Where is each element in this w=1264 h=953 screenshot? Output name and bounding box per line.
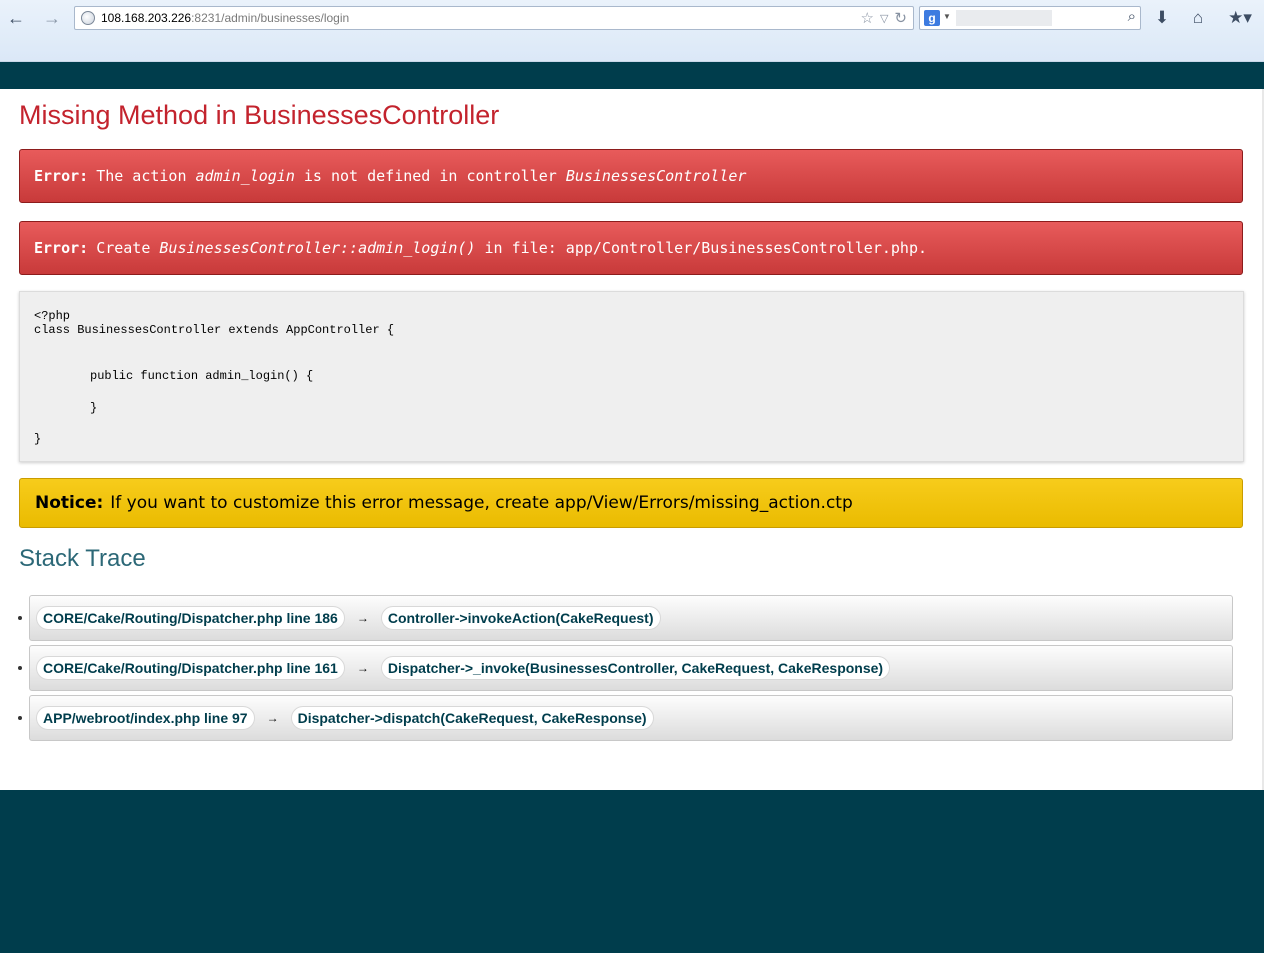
arrow-icon: → [356,611,369,625]
stack-trace-file[interactable]: CORE/Cake/Routing/Dispatcher.php line 18… [36,606,345,630]
code-line: } [34,432,42,446]
browser-toolbar: ← → 108.168.203.226:8231/admin/businesse… [0,0,1264,62]
arrow-icon: → [266,711,279,725]
error-text-mid: is not defined in controller [303,167,557,185]
error-text-post: in file: app/Controller/BusinessesContro… [484,239,928,257]
error-label: Error: [34,239,89,257]
footer-band [0,790,1264,953]
code-block: <?php class BusinessesController extends… [19,291,1244,462]
stack-trace-call[interactable]: Dispatcher->dispatch(CakeRequest, CakeRe… [290,706,654,730]
star-icon[interactable]: ☆ [861,9,874,29]
dropdown-icon[interactable]: ▽ [880,9,888,29]
url-host: 108.168.203.226 [101,11,192,25]
code-line: class BusinessesController extends AppCo… [34,323,395,337]
notice-message: Notice: If you want to customize this er… [19,478,1243,528]
error-label: Error: [34,167,89,185]
reload-icon[interactable]: ↻ [894,9,907,29]
header-band [0,62,1264,89]
code-line: <?php [34,309,71,323]
code-line: } [90,401,98,415]
home-icon[interactable]: ⌂ [1187,7,1209,29]
search-bar[interactable]: g ▼ ⌕ [919,6,1141,30]
code-line: public function admin_login() { [90,369,314,383]
search-input[interactable] [956,10,1052,26]
url-text: 108.168.203.226:8231/admin/businesses/lo… [101,11,349,25]
page-title: Missing Method in BusinessesController [19,100,500,130]
address-bar[interactable]: 108.168.203.226:8231/admin/businesses/lo… [74,6,914,30]
error-action-name: admin_login [195,167,295,185]
bullet-icon [18,616,22,620]
stack-trace-row[interactable]: CORE/Cake/Routing/Dispatcher.php line 16… [29,645,1233,691]
stack-trace-file[interactable]: APP/webroot/index.php line 97 [36,706,255,730]
error-text-pre: The action [96,167,187,185]
stack-trace-call[interactable]: Dispatcher->_invoke(BusinessesController… [380,656,891,680]
forward-arrow-icon[interactable]: → [40,6,64,30]
stack-trace-row[interactable]: APP/webroot/index.php line 97 → Dispatch… [29,695,1233,741]
bullet-icon [18,666,22,670]
error-message-create: Error: Create BusinessesController::admi… [19,221,1243,275]
bullet-icon [18,716,22,720]
url-path: :8231/admin/businesses/login [191,11,350,25]
bookmarks-menu-icon[interactable]: ★▾ [1224,7,1256,29]
globe-icon [81,11,95,25]
error-method-name: BusinessesController::admin_login() [159,239,476,257]
error-text-pre: Create [96,239,151,257]
stack-trace-file[interactable]: CORE/Cake/Routing/Dispatcher.php line 16… [36,656,345,680]
notice-label: Notice: [35,493,104,513]
notice-text: If you want to customize this error mess… [110,493,853,513]
magnifier-icon[interactable]: ⌕ [1128,8,1136,25]
arrow-icon: → [356,661,369,675]
stack-trace-row[interactable]: CORE/Cake/Routing/Dispatcher.php line 18… [29,595,1233,641]
error-controller-name: BusinessesController [565,167,747,185]
back-arrow-icon[interactable]: ← [4,6,28,30]
stack-trace-title: Stack Trace [19,545,146,572]
stack-trace-call[interactable]: Controller->invokeAction(CakeRequest) [380,606,661,630]
download-icon[interactable]: ⬇ [1151,7,1173,29]
chevron-down-icon[interactable]: ▼ [943,12,951,21]
google-icon[interactable]: g [924,10,940,26]
error-message-action: Error: The action admin_login is not def… [19,149,1243,203]
